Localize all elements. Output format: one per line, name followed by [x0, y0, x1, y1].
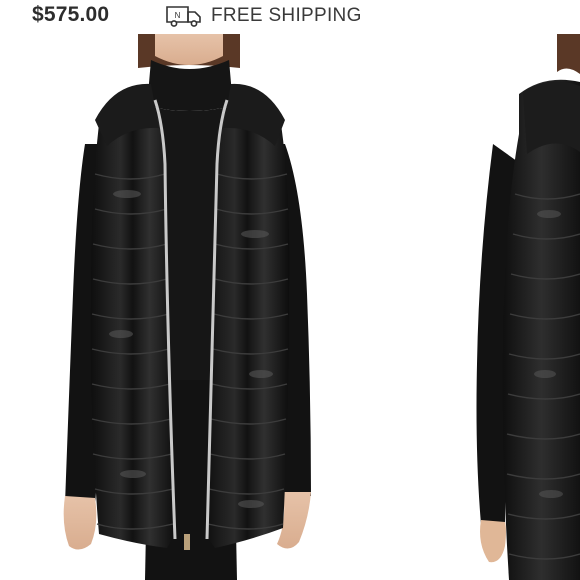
- truck-letter: N: [175, 11, 181, 20]
- price-label: $575.00: [32, 3, 110, 26]
- listing-header: $575.00 N FREE SHIPPING: [0, 0, 580, 34]
- product-photo-side[interactable]: [465, 34, 580, 580]
- product-photo-front[interactable]: [55, 34, 325, 580]
- product-gallery[interactable]: [0, 34, 580, 580]
- delivery-truck-icon: N: [166, 6, 201, 27]
- free-shipping-label: FREE SHIPPING: [211, 5, 362, 26]
- shipping-info: N FREE SHIPPING: [165, 4, 362, 28]
